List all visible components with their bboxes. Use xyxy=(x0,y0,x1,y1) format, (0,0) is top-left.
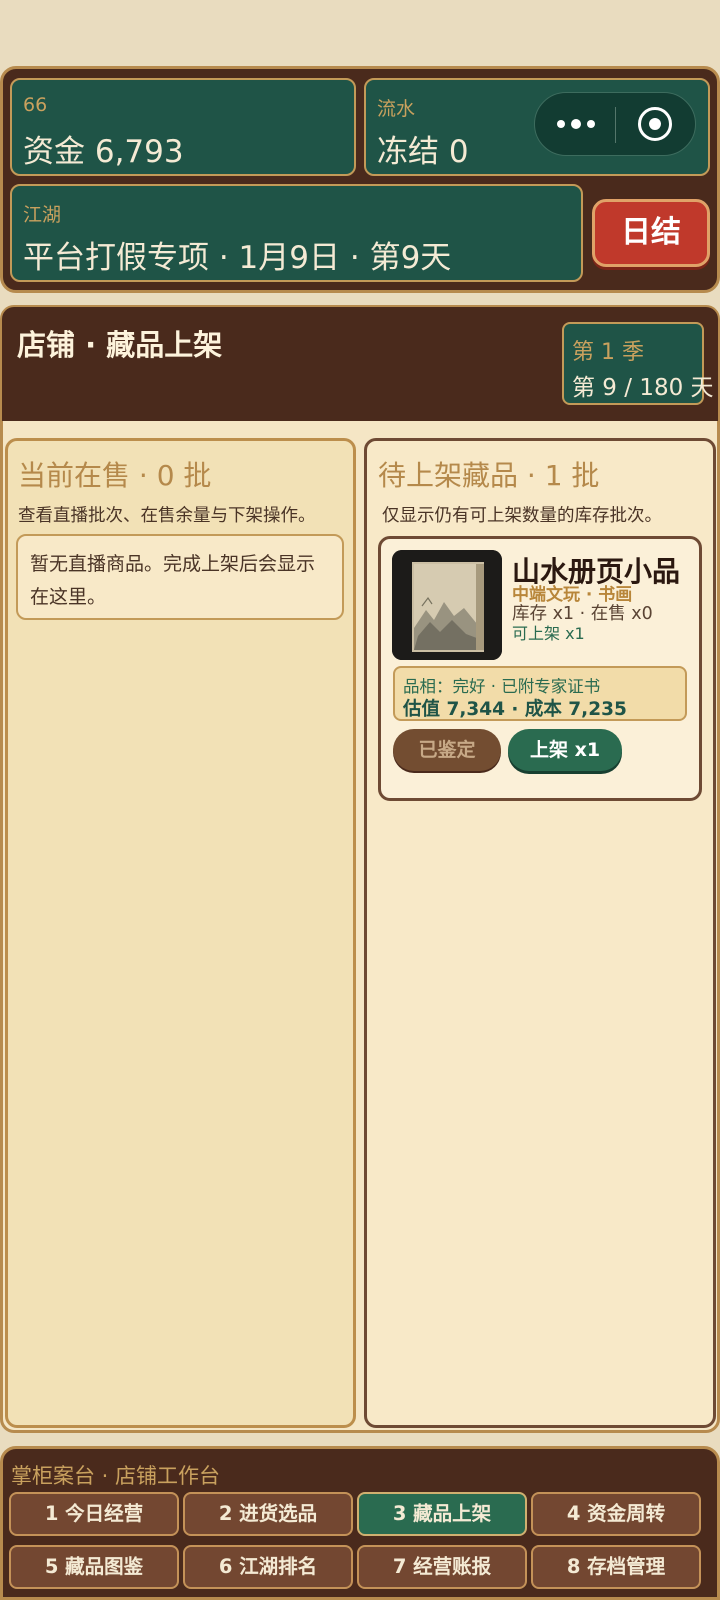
on-sale-empty-state: 暂无直播商品。完成上架后会显示在这里。 xyxy=(16,534,344,620)
nav-tab-catalog[interactable]: 5 藏品图鉴 xyxy=(9,1545,179,1589)
appraised-button[interactable]: 已鉴定 xyxy=(393,729,501,771)
season-label: 第 1 季 xyxy=(572,340,644,365)
pending-title: 待上架藏品 · 1 批 xyxy=(378,459,600,492)
nav-title: 掌柜案台 · 店铺工作台 xyxy=(11,1464,221,1488)
miniprogram-capsule xyxy=(534,92,696,156)
on-sale-desc: 查看直播批次、在售余量与下架操作。 xyxy=(18,506,316,526)
flow-value: 冻结 0 xyxy=(377,134,469,170)
daily-settle-button[interactable]: 日结 xyxy=(592,199,710,267)
jianghu-value: 平台打假专项 · 1月9日 · 第9天 xyxy=(23,240,452,276)
item-condition: 品相：完好 · 已附专家证书 xyxy=(403,677,601,696)
nav-tab-listing[interactable]: 3 藏品上架 xyxy=(357,1492,527,1536)
jianghu-card: 江湖 平台打假专项 · 1月9日 · 第9天 xyxy=(10,184,583,282)
nav-tab-today[interactable]: 1 今日经营 xyxy=(9,1492,179,1536)
more-icon[interactable] xyxy=(557,113,597,135)
capsule-divider xyxy=(615,107,616,143)
nav-tab-funds[interactable]: 4 资金周转 xyxy=(531,1492,701,1536)
nav-tab-reports[interactable]: 7 经营账报 xyxy=(357,1545,527,1589)
funds-card: 66 资金 6,793 xyxy=(10,78,356,176)
landscape-painting-icon xyxy=(392,550,502,660)
nav-tab-ranking[interactable]: 6 江湖排名 xyxy=(183,1545,353,1589)
season-badge: 第 1 季 第 9 / 180 天 xyxy=(562,322,714,405)
item-info-box: 品相：完好 · 已附专家证书 估值 7,344 · 成本 7,235 xyxy=(393,666,687,721)
item-thumbnail xyxy=(392,550,502,660)
funds-value: 资金 6,793 xyxy=(23,134,184,170)
funds-label: 66 xyxy=(23,94,48,116)
flow-label: 流水 xyxy=(377,98,416,120)
on-sale-title: 当前在售 · 0 批 xyxy=(18,459,212,492)
nav-tab-saves[interactable]: 8 存档管理 xyxy=(531,1545,701,1589)
jianghu-label: 江湖 xyxy=(23,204,62,226)
item-value: 估值 7,344 · 成本 7,235 xyxy=(403,699,627,720)
item-listable: 可上架 x1 xyxy=(512,624,585,643)
season-day: 第 9 / 180 天 xyxy=(572,375,714,401)
close-miniprogram-icon[interactable] xyxy=(638,107,672,141)
nav-tab-purchase[interactable]: 2 进货选品 xyxy=(183,1492,353,1536)
list-item-button[interactable]: 上架 x1 xyxy=(508,729,622,771)
page-title: 店铺 · 藏品上架 xyxy=(17,328,223,362)
pending-desc: 仅显示仍有可上架数量的库存批次。 xyxy=(382,506,662,526)
